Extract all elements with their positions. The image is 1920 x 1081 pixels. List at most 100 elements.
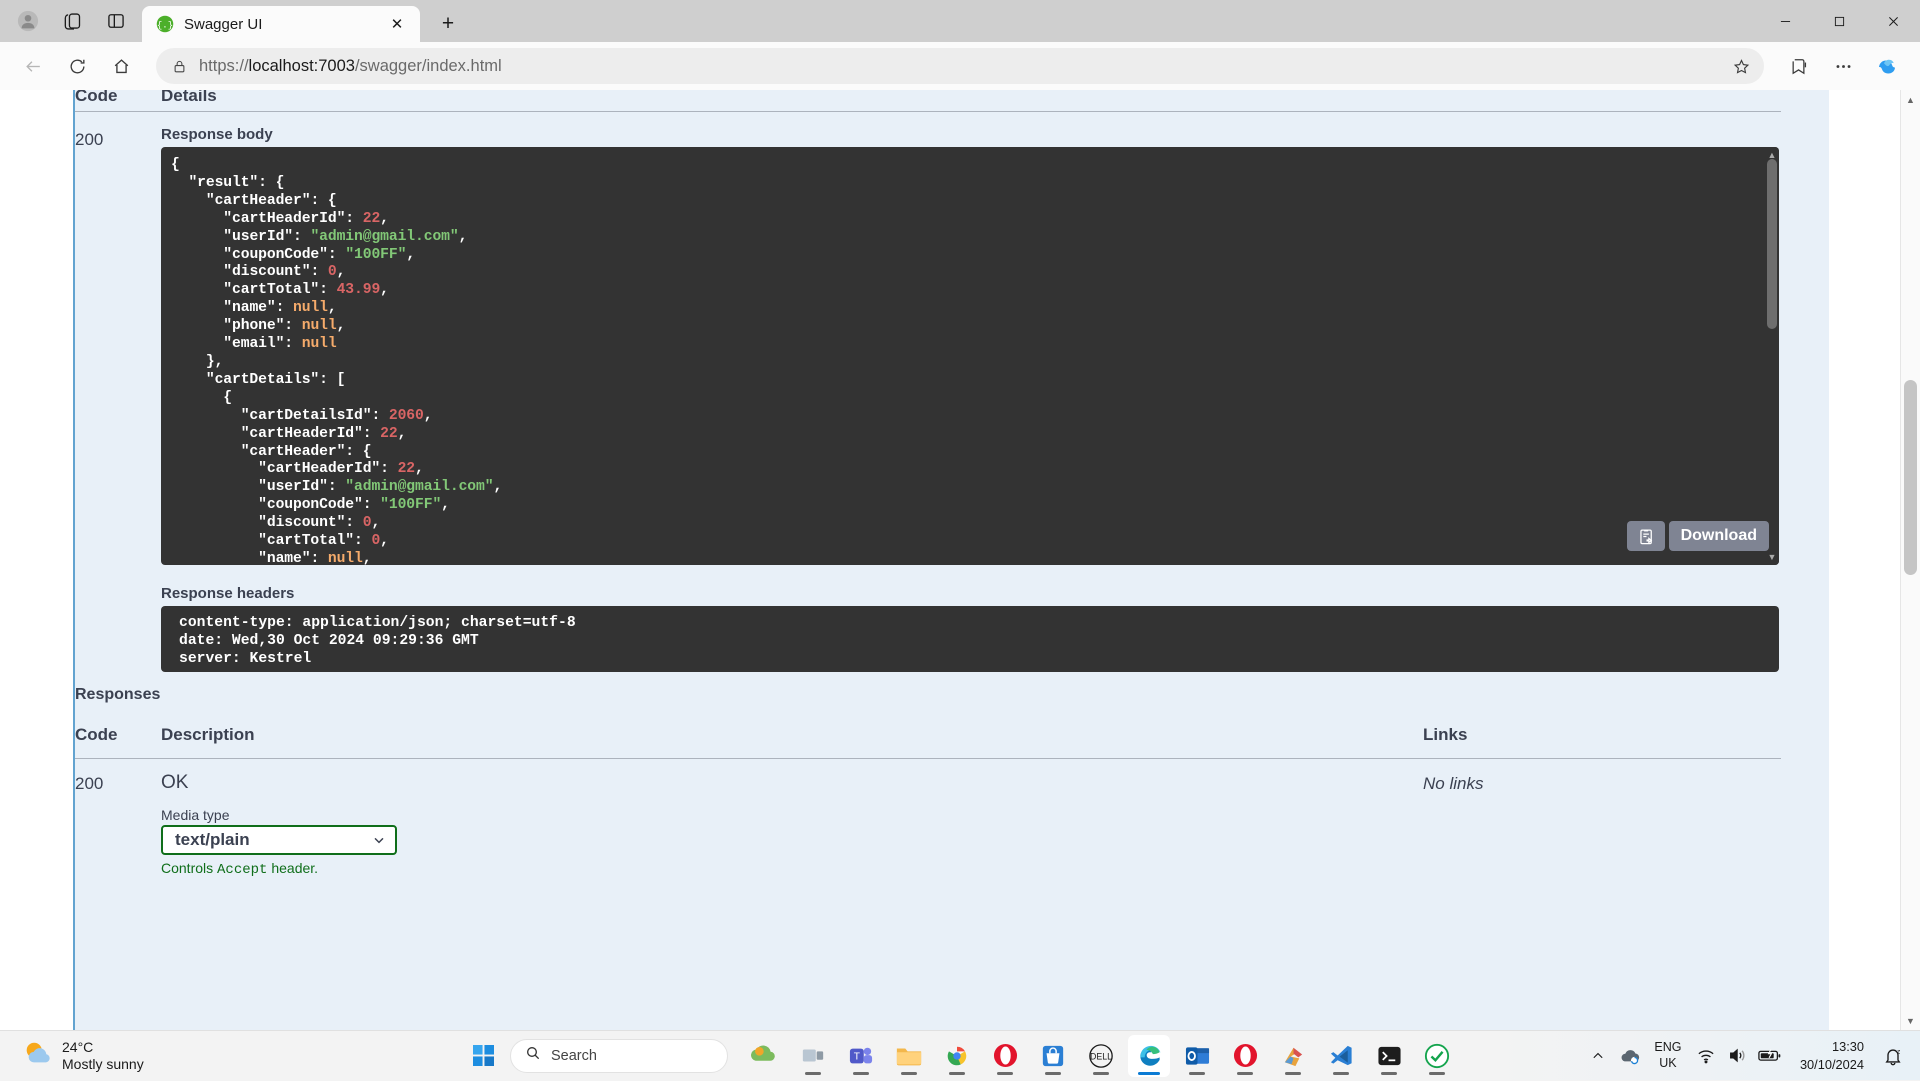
media-type-hint: Controls Accept header. xyxy=(161,860,318,878)
battery-icon[interactable] xyxy=(1754,1036,1786,1076)
response-row-code: 200 xyxy=(75,774,103,794)
close-icon[interactable]: ✕ xyxy=(384,11,410,37)
file-explorer-icon[interactable] xyxy=(888,1035,930,1077)
search-placeholder: Search xyxy=(551,1048,597,1064)
responses-column-description: Description xyxy=(161,725,255,745)
notifications-bell-icon[interactable]: z xyxy=(1874,1036,1912,1076)
clock-time: 13:30 xyxy=(1800,1038,1864,1055)
page-scrollbar[interactable]: ▲ ▼ xyxy=(1900,90,1920,1030)
minimize-button[interactable] xyxy=(1758,0,1812,42)
opera-gx-icon[interactable] xyxy=(1224,1035,1266,1077)
responses-table-divider xyxy=(75,758,1781,759)
microsoft-edge-icon[interactable] xyxy=(1128,1035,1170,1077)
svg-text:DELL: DELL xyxy=(1090,1051,1112,1061)
window-controls xyxy=(1758,0,1920,42)
media-type-label: Media type xyxy=(161,807,229,823)
response-row-description: OK xyxy=(161,772,188,794)
reload-button[interactable] xyxy=(58,47,96,85)
browser-titlebar: {.} Swagger UI ✕ + xyxy=(0,0,1920,42)
favorites-icon[interactable] xyxy=(1780,47,1818,85)
profile-avatar-icon[interactable] xyxy=(8,3,48,39)
onedrive-icon[interactable] xyxy=(1614,1036,1646,1076)
code-block-scroll-thumb[interactable] xyxy=(1767,159,1777,329)
svg-text:{.}: {.} xyxy=(157,20,173,30)
language-line2: UK xyxy=(1646,1056,1690,1072)
browser-window: {.} Swagger UI ✕ + xyxy=(0,0,1920,1030)
responses-column-links: Links xyxy=(1423,725,1467,745)
titlebar-left-icons xyxy=(0,0,136,42)
add-favorite-icon[interactable] xyxy=(1726,51,1756,81)
split-screen-icon[interactable] xyxy=(96,3,136,39)
search-icon xyxy=(525,1045,541,1066)
lock-icon xyxy=(172,59,187,74)
visual-studio-code-icon[interactable] xyxy=(1320,1035,1362,1077)
taskbar-search[interactable]: Search xyxy=(510,1039,728,1073)
url-text: https://localhost:7003/swagger/index.htm… xyxy=(199,57,1714,76)
volume-icon[interactable] xyxy=(1722,1036,1754,1076)
widgets-icon[interactable] xyxy=(744,1035,786,1077)
taskbar-clock[interactable]: 13:30 30/10/2024 xyxy=(1786,1038,1874,1073)
microsoft-teams-icon[interactable]: T xyxy=(840,1035,882,1077)
response-row-links: No links xyxy=(1423,774,1483,794)
column-header-details: Details xyxy=(161,90,217,106)
home-button[interactable] xyxy=(102,47,140,85)
scroll-down-icon[interactable]: ▼ xyxy=(1766,551,1778,563)
copy-to-clipboard-button[interactable] xyxy=(1627,521,1665,551)
weather-icon xyxy=(22,1038,52,1073)
hint-suffix: header. xyxy=(267,860,318,876)
clock-date: 30/10/2024 xyxy=(1800,1056,1864,1073)
tab-collections-icon[interactable] xyxy=(52,3,92,39)
browser-toolbar: https://localhost:7003/swagger/index.htm… xyxy=(0,42,1920,90)
language-line1: ENG xyxy=(1646,1040,1690,1056)
swagger-logo-icon: {.} xyxy=(156,15,174,33)
back-button[interactable] xyxy=(14,47,52,85)
media-type-select[interactable]: text/plain xyxy=(161,825,397,855)
hint-accept-keyword: Accept xyxy=(217,862,267,878)
copilot-icon[interactable] xyxy=(1868,47,1906,85)
taskbar-apps: Search T DELL xyxy=(462,1035,1458,1077)
sql-server-icon[interactable] xyxy=(1272,1035,1314,1077)
response-headers-text: content-type: application/json; charset=… xyxy=(161,606,1779,669)
task-view-icon[interactable] xyxy=(792,1035,834,1077)
todo-app-icon[interactable] xyxy=(1416,1035,1458,1077)
page-viewport: Code Details 200 Response body { "result… xyxy=(0,90,1920,1030)
response-headers-block: content-type: application/json; charset=… xyxy=(161,606,1779,672)
code-block-scrollbar[interactable]: ▲ ▼ xyxy=(1765,147,1779,565)
dell-icon[interactable]: DELL xyxy=(1080,1035,1122,1077)
weather-temperature: 24°C xyxy=(62,1039,144,1055)
windows-terminal-icon[interactable] xyxy=(1368,1035,1410,1077)
column-header-code: Code xyxy=(75,90,118,106)
start-button[interactable] xyxy=(462,1035,504,1077)
new-tab-button[interactable]: + xyxy=(430,8,466,40)
page-scroll-up-icon[interactable]: ▲ xyxy=(1901,90,1920,109)
microsoft-store-icon[interactable] xyxy=(1032,1035,1074,1077)
maximize-button[interactable] xyxy=(1812,0,1866,42)
chevron-down-icon xyxy=(371,832,387,848)
svg-text:T: T xyxy=(854,1051,860,1062)
swagger-page: Code Details 200 Response body { "result… xyxy=(0,90,1900,1030)
wifi-icon[interactable] xyxy=(1690,1036,1722,1076)
media-type-value: text/plain xyxy=(175,830,371,850)
table-divider xyxy=(75,111,1781,112)
responses-section-label: Responses xyxy=(75,686,160,704)
photos-icon[interactable] xyxy=(936,1035,978,1077)
weather-widget[interactable]: 24°C Mostly sunny xyxy=(0,1038,300,1073)
response-body-json: { "result": { "cartHeader": { "cartHeade… xyxy=(161,147,1779,565)
system-tray: ENG UK 13:30 30/10/2024 z xyxy=(1582,1031,1920,1081)
page-scroll-thumb[interactable] xyxy=(1904,380,1917,575)
settings-more-icon[interactable] xyxy=(1824,47,1862,85)
page-scroll-down-icon[interactable]: ▼ xyxy=(1901,1011,1920,1030)
outlook-icon[interactable] xyxy=(1176,1035,1218,1077)
result-status-code: 200 xyxy=(75,130,103,150)
browser-tab-swagger-ui[interactable]: {.} Swagger UI ✕ xyxy=(142,6,420,42)
hint-prefix: Controls xyxy=(161,860,217,876)
opera-browser-icon[interactable] xyxy=(984,1035,1026,1077)
response-body-code-block[interactable]: { "result": { "cartHeader": { "cartHeade… xyxy=(161,147,1779,565)
language-indicator[interactable]: ENG UK xyxy=(1646,1040,1690,1071)
tab-title: Swagger UI xyxy=(184,16,374,33)
download-button[interactable]: Download xyxy=(1669,521,1769,551)
svg-text:z: z xyxy=(1897,1048,1900,1055)
show-hidden-icons-icon[interactable] xyxy=(1582,1036,1614,1076)
address-bar[interactable]: https://localhost:7003/swagger/index.htm… xyxy=(156,48,1764,84)
close-window-button[interactable] xyxy=(1866,0,1920,42)
